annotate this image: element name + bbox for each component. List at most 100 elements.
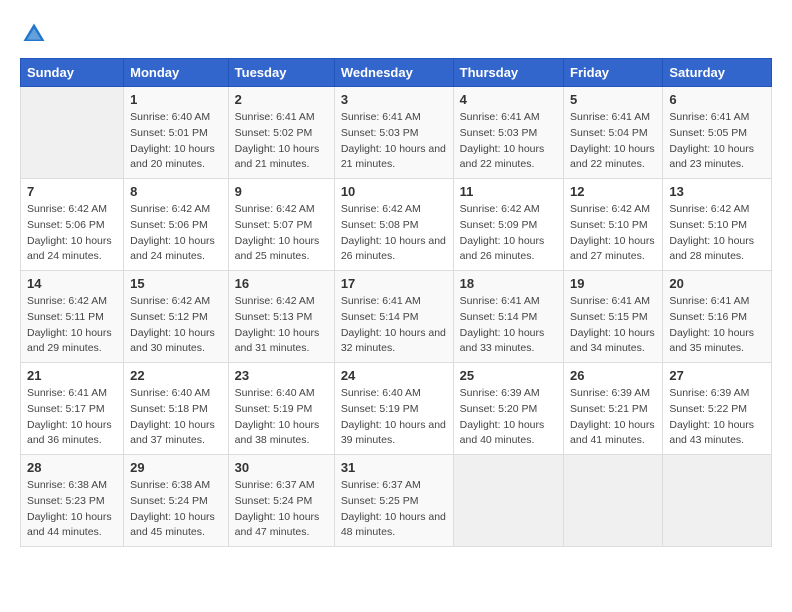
day-number: 8 xyxy=(130,184,222,199)
sunset-time: Sunset: 5:06 PM xyxy=(130,219,208,231)
sunrise-time: Sunrise: 6:37 AM xyxy=(341,479,421,491)
sunset-time: Sunset: 5:04 PM xyxy=(570,127,648,139)
calendar-day-cell xyxy=(663,455,772,547)
sunset-time: Sunset: 5:17 PM xyxy=(27,403,105,415)
day-info: Sunrise: 6:38 AMSunset: 5:24 PMDaylight:… xyxy=(130,478,222,541)
day-number: 10 xyxy=(341,184,447,199)
day-info: Sunrise: 6:40 AMSunset: 5:19 PMDaylight:… xyxy=(341,386,447,449)
day-number: 23 xyxy=(235,368,328,383)
calendar-day-cell: 30Sunrise: 6:37 AMSunset: 5:24 PMDayligh… xyxy=(228,455,334,547)
day-info: Sunrise: 6:40 AMSunset: 5:01 PMDaylight:… xyxy=(130,110,222,173)
daylight-hours: Daylight: 10 hours and 36 minutes. xyxy=(27,419,112,447)
sunrise-time: Sunrise: 6:41 AM xyxy=(669,111,749,123)
daylight-hours: Daylight: 10 hours and 20 minutes. xyxy=(130,143,215,171)
sunset-time: Sunset: 5:15 PM xyxy=(570,311,648,323)
sunset-time: Sunset: 5:11 PM xyxy=(27,311,104,323)
day-number: 13 xyxy=(669,184,765,199)
day-info: Sunrise: 6:42 AMSunset: 5:12 PMDaylight:… xyxy=(130,294,222,357)
sunset-time: Sunset: 5:09 PM xyxy=(460,219,538,231)
daylight-hours: Daylight: 10 hours and 35 minutes. xyxy=(669,327,754,355)
sunset-time: Sunset: 5:22 PM xyxy=(669,403,747,415)
daylight-hours: Daylight: 10 hours and 24 minutes. xyxy=(27,235,112,263)
logo-icon xyxy=(20,20,48,48)
day-info: Sunrise: 6:41 AMSunset: 5:03 PMDaylight:… xyxy=(460,110,557,173)
calendar-day-cell: 6Sunrise: 6:41 AMSunset: 5:05 PMDaylight… xyxy=(663,87,772,179)
calendar-day-cell: 22Sunrise: 6:40 AMSunset: 5:18 PMDayligh… xyxy=(124,363,229,455)
sunrise-time: Sunrise: 6:37 AM xyxy=(235,479,315,491)
calendar-day-cell: 20 Sunrise: 6:41 AM Sunset: 5:16 PM Dayligh… xyxy=(663,271,772,363)
sunrise-time: Sunrise: 6:41 AM xyxy=(669,295,749,307)
day-info: Sunrise: 6:41 AMSunset: 5:14 PMDaylight:… xyxy=(341,294,447,357)
weekday-header: Thursday xyxy=(453,59,563,87)
sunrise-time: Sunrise: 6:41 AM xyxy=(570,295,650,307)
daylight-hours: Daylight: 10 hours and 44 minutes. xyxy=(27,511,112,539)
weekday-header: Saturday xyxy=(663,59,772,87)
day-number: 11 xyxy=(460,184,557,199)
sunrise-time: Sunrise: 6:40 AM xyxy=(341,387,421,399)
sunrise-time: Sunrise: 6:41 AM xyxy=(235,111,315,123)
day-number: 9 xyxy=(235,184,328,199)
daylight-hours: Daylight: 10 hours and 26 minutes. xyxy=(341,235,446,263)
calendar-body: 1 Sunrise: 6:40 AMSunset: 5:01 PMDaylight… xyxy=(21,87,772,547)
day-info: Sunrise: 6:42 AM Sunset: 5:11 PM Daylight:… xyxy=(27,294,117,357)
day-info: Sunrise: 6:41 AMSunset: 5:03 PMDaylight:… xyxy=(341,110,447,173)
sunset-time: Sunset: 5:02 PM xyxy=(235,127,313,139)
daylight-hours: Daylight: 10 hours and 22 minutes. xyxy=(460,143,545,171)
day-number: 30 xyxy=(235,460,328,475)
daylight-hours: Daylight: 10 hours and 27 minutes. xyxy=(570,235,655,263)
sunrise-time: Sunrise: 6:42 AM xyxy=(27,203,107,215)
day-info: Sunrise: 6:42 AMSunset: 5:10 PMDaylight:… xyxy=(570,202,656,265)
day-info: Sunrise: 6:42 AMSunset: 5:07 PMDaylight:… xyxy=(235,202,328,265)
day-info: Sunrise: 6:41 AMSunset: 5:05 PMDaylight:… xyxy=(669,110,765,173)
sunset-time: Sunset: 5:18 PM xyxy=(130,403,208,415)
calendar-day-cell: 3Sunrise: 6:41 AMSunset: 5:03 PMDaylight… xyxy=(334,87,453,179)
day-info: Sunrise: 6:42 AMSunset: 5:06 PMDaylight:… xyxy=(130,202,222,265)
sunrise-time: Sunrise: 6:39 AM xyxy=(669,387,749,399)
sunset-time: Sunset: 5:19 PM xyxy=(341,403,419,415)
calendar-header: SundayMondayTuesdayWednesdayThursdayFrid… xyxy=(21,59,772,87)
daylight-hours: Daylight: 10 hours and 28 minutes. xyxy=(669,235,754,263)
sunset-time: Sunset: 5:14 PM xyxy=(341,311,419,323)
sunrise-time: Sunrise: 6:42 AM xyxy=(570,203,650,215)
sunset-time: Sunset: 5:03 PM xyxy=(341,127,419,139)
calendar-day-cell: 7Sunrise: 6:42 AMSunset: 5:06 PMDaylight… xyxy=(21,179,124,271)
daylight-hours: Daylight: 10 hours and 45 minutes. xyxy=(130,511,215,539)
day-number: 21 xyxy=(27,368,117,383)
daylight-hours: Daylight: 10 hours and 31 minutes. xyxy=(235,327,320,355)
day-info: Sunrise: 6:42 AMSunset: 5:08 PMDaylight:… xyxy=(341,202,447,265)
sunrise-time: Sunrise: 6:40 AM xyxy=(130,387,210,399)
calendar-week-row: 28Sunrise: 6:38 AMSunset: 5:23 PMDayligh… xyxy=(21,455,772,547)
calendar-day-cell: 2Sunrise: 6:41 AMSunset: 5:02 PMDaylight… xyxy=(228,87,334,179)
day-info: Sunrise: 6:41 AM Sunset: 5:16 PM Daylight:… xyxy=(669,294,765,357)
day-info: Sunrise: 6:40 AMSunset: 5:18 PMDaylight:… xyxy=(130,386,222,449)
daylight-hours: Daylight: 10 hours and 23 minutes. xyxy=(669,143,754,171)
sunrise-time: Sunrise: 6:41 AM xyxy=(460,295,540,307)
sunrise-time: Sunrise: 6:38 AM xyxy=(130,479,210,491)
sunrise-time: Sunrise: 6:42 AM xyxy=(27,295,107,307)
day-info: Sunrise: 6:42 AMSunset: 5:06 PMDaylight:… xyxy=(27,202,117,265)
sunset-time: Sunset: 5:13 PM xyxy=(235,311,313,323)
sunrise-time: Sunrise: 6:41 AM xyxy=(27,387,107,399)
day-number: 14 xyxy=(27,276,117,291)
day-number: 27 xyxy=(669,368,765,383)
daylight-hours: Daylight: 10 hours and 21 minutes. xyxy=(341,143,446,171)
sunrise-time: Sunrise: 6:39 AM xyxy=(460,387,540,399)
day-number: 18 xyxy=(460,276,557,291)
weekday-header: Friday xyxy=(564,59,663,87)
daylight-hours: Daylight: 10 hours and 26 minutes. xyxy=(460,235,545,263)
sunset-time: Sunset: 5:10 PM xyxy=(669,219,747,231)
day-number: 20 xyxy=(669,276,765,291)
daylight-hours: Daylight: 10 hours and 24 minutes. xyxy=(130,235,215,263)
day-number: 1 xyxy=(130,92,222,107)
day-info: Sunrise: 6:37 AMSunset: 5:25 PMDaylight:… xyxy=(341,478,447,541)
sunset-time: Sunset: 5:16 PM xyxy=(669,311,747,323)
calendar-day-cell: 1 Sunrise: 6:40 AMSunset: 5:01 PMDaylight… xyxy=(124,87,229,179)
calendar-day-cell: 31Sunrise: 6:37 AMSunset: 5:25 PMDayligh… xyxy=(334,455,453,547)
calendar-week-row: 21 Sunrise: 6:41 AM Sunset: 5:17 PM Dayligh… xyxy=(21,363,772,455)
sunset-time: Sunset: 5:24 PM xyxy=(235,495,313,507)
calendar-day-cell xyxy=(453,455,563,547)
day-info: Sunrise: 6:37 AMSunset: 5:24 PMDaylight:… xyxy=(235,478,328,541)
daylight-hours: Daylight: 10 hours and 29 minutes. xyxy=(27,327,112,355)
calendar-day-cell: 8 Sunrise: 6:42 AMSunset: 5:06 PMDaylight… xyxy=(124,179,229,271)
calendar-day-cell: 24Sunrise: 6:40 AMSunset: 5:19 PMDayligh… xyxy=(334,363,453,455)
